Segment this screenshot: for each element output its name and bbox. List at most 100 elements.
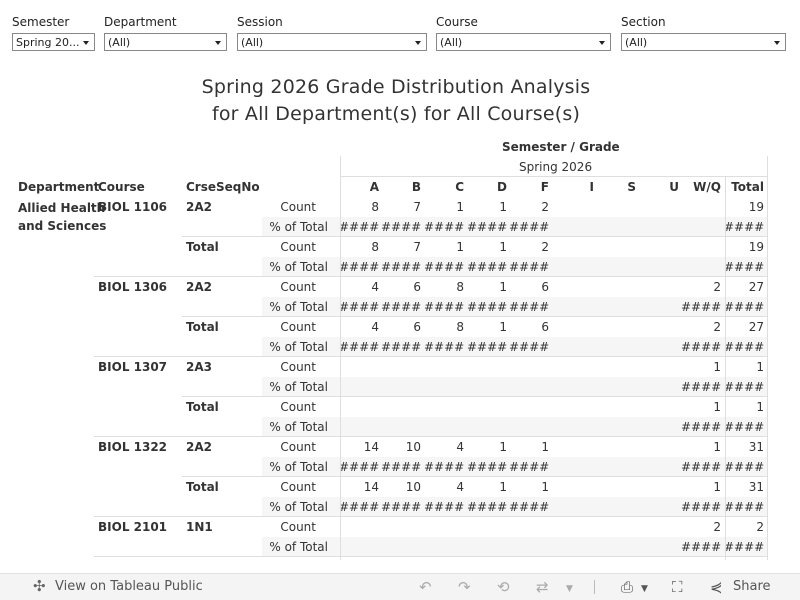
chevron-down-icon[interactable]: ▼	[641, 581, 648, 597]
count-cell: 6	[541, 280, 549, 294]
pct-cell: ####	[381, 460, 422, 474]
grade-column-header: C	[455, 180, 464, 194]
undo-icon[interactable]: ↶	[419, 579, 432, 595]
chevron-down-icon[interactable]: ▼	[566, 581, 573, 597]
grade-column-header: I	[589, 180, 594, 194]
pct-cell: ####	[381, 500, 422, 514]
department-label: Allied Health	[18, 201, 106, 215]
count-cell: 1	[456, 200, 464, 214]
row-divider	[94, 356, 767, 357]
section-label: 2A3	[186, 360, 212, 374]
tableau-logo-icon: ✣	[33, 577, 46, 595]
section-label: 2A2	[186, 440, 212, 454]
pct-cell: ####	[509, 460, 550, 474]
row-divider	[94, 276, 767, 277]
measure-count-label: Count	[280, 520, 316, 534]
view-on-tableau-link[interactable]: View on Tableau Public	[55, 579, 203, 595]
count-cell: 27	[748, 280, 764, 294]
count-cell: 10	[405, 440, 421, 454]
course-label: BIOL 1306	[98, 280, 168, 294]
count-cell: 4	[371, 320, 379, 334]
pct-cell: ####	[467, 300, 508, 314]
count-cell: 2	[713, 520, 721, 534]
section-label: 1N1	[186, 520, 213, 534]
row-divider	[182, 236, 767, 237]
download-icon[interactable]: ⎙	[621, 579, 633, 595]
revert-icon[interactable]: ⟲	[497, 579, 510, 595]
pct-cell: ####	[467, 460, 508, 474]
measure-pct-label: % of Total	[269, 380, 328, 394]
grade-area-left-border	[340, 156, 341, 560]
grade-column-header: B	[411, 180, 421, 194]
pct-cell: ####	[509, 260, 550, 274]
measure-count-label: Count	[280, 440, 316, 454]
count-cell: 8	[456, 280, 464, 294]
fullscreen-icon[interactable]: ⛶	[672, 579, 683, 595]
measure-count-label: Count	[280, 320, 316, 334]
measure-pct-label: % of Total	[269, 460, 328, 474]
pct-cell: ####	[724, 220, 765, 234]
grade-column-header: Total	[731, 180, 764, 194]
count-cell: 1	[713, 400, 721, 414]
redo-icon[interactable]: ↷	[458, 579, 471, 595]
share-button[interactable]: Share	[733, 579, 771, 595]
pct-cell: ####	[424, 300, 465, 314]
count-cell: 1	[713, 440, 721, 454]
pct-cell: ####	[724, 340, 765, 354]
header-course: Course	[98, 180, 145, 194]
grade-column-header: S	[627, 180, 636, 194]
measure-count-label: Count	[280, 240, 316, 254]
table-right-border	[767, 156, 768, 560]
pct-cell: ####	[424, 460, 465, 474]
measure-count-label: Count	[280, 360, 316, 374]
row-divider	[94, 436, 767, 437]
count-cell: 2	[713, 320, 721, 334]
section-label: Total	[186, 240, 219, 254]
count-cell: 6	[541, 320, 549, 334]
pct-cell: ####	[339, 220, 380, 234]
refresh-icon[interactable]: ⇄	[536, 579, 549, 595]
pct-cell: ####	[681, 340, 722, 354]
pct-cell: ####	[509, 220, 550, 234]
count-cell: 2	[756, 520, 764, 534]
count-cell: 2	[541, 200, 549, 214]
course-label: BIOL 1106	[98, 200, 168, 214]
toolbar-divider	[594, 580, 595, 594]
measure-count-label: Count	[280, 400, 316, 414]
share-icon[interactable]: ⋞	[710, 579, 723, 595]
count-cell: 1	[499, 280, 507, 294]
count-cell: 1	[756, 360, 764, 374]
count-cell: 4	[371, 280, 379, 294]
pct-cell: ####	[339, 340, 380, 354]
pct-cell: ####	[339, 500, 380, 514]
pct-cell: ####	[467, 500, 508, 514]
count-cell: 1	[499, 440, 507, 454]
count-cell: 6	[413, 320, 421, 334]
pct-cell: ####	[681, 420, 722, 434]
row-divider	[182, 316, 767, 317]
pct-cell: ####	[724, 300, 765, 314]
grade-column-header: U	[669, 180, 679, 194]
count-cell: 1	[756, 400, 764, 414]
measure-pct-label: % of Total	[269, 340, 328, 354]
count-cell: 8	[371, 240, 379, 254]
count-cell: 1	[499, 480, 507, 494]
grade-crosstab: Semester / Grade Spring 2026 Department Cou…	[0, 0, 800, 570]
pct-cell: ####	[681, 300, 722, 314]
row-divider	[182, 476, 767, 477]
pct-cell: ####	[467, 340, 508, 354]
department-label: and Sciences	[18, 219, 107, 233]
measure-pct-label: % of Total	[269, 260, 328, 274]
count-cell: 7	[413, 240, 421, 254]
count-cell: 19	[748, 240, 764, 254]
pct-cell: ####	[724, 420, 765, 434]
count-cell: 31	[748, 440, 764, 454]
pct-cell: ####	[681, 460, 722, 474]
section-label: Total	[186, 320, 219, 334]
pct-cell: ####	[509, 300, 550, 314]
measure-pct-label: % of Total	[269, 540, 328, 554]
grade-column-header: A	[369, 180, 379, 194]
count-cell: 2	[541, 240, 549, 254]
pct-cell: ####	[467, 260, 508, 274]
count-cell: 1	[456, 240, 464, 254]
